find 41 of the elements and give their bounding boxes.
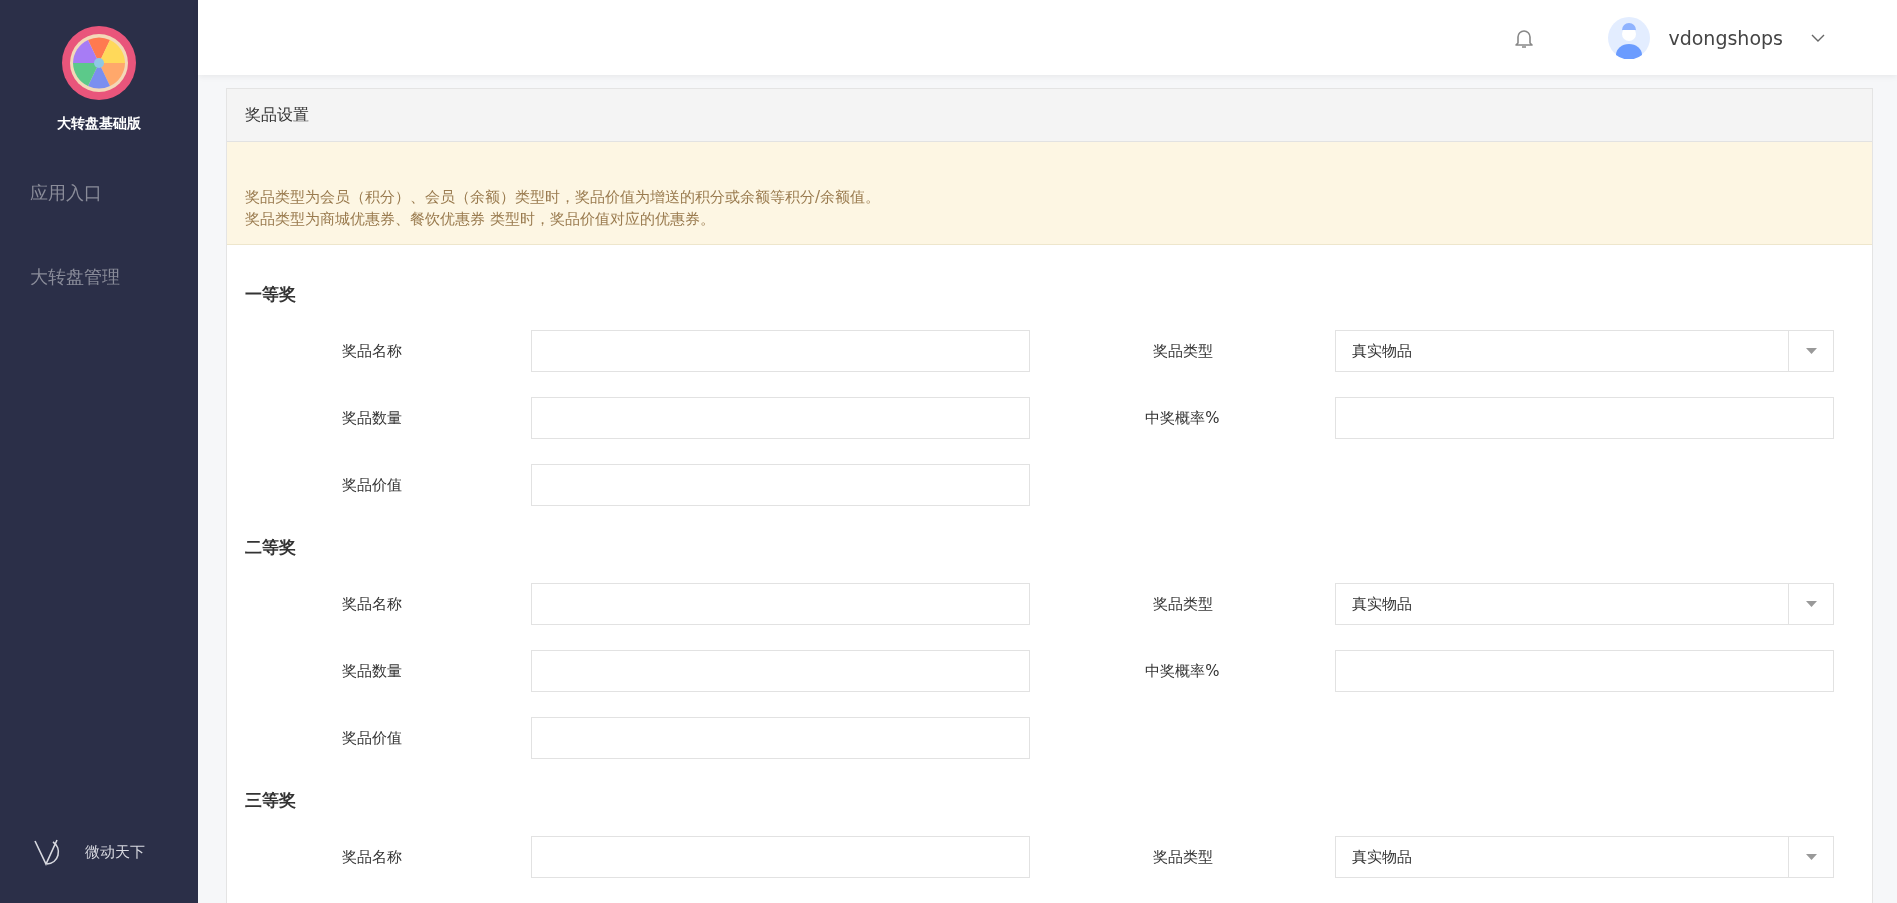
input-field[interactable] xyxy=(1335,397,1834,439)
username[interactable]: vdongshops xyxy=(1668,26,1783,49)
field-label: 奖品数量 xyxy=(342,408,402,428)
brand-name: 微动天下 xyxy=(85,842,145,862)
field-label: 奖品名称 xyxy=(342,847,402,867)
input-field[interactable] xyxy=(531,583,1030,625)
field-label: 奖品类型 xyxy=(1152,847,1213,867)
prize-type-select[interactable]: 真实物品 xyxy=(1335,583,1834,625)
sidebar-item[interactable]: 应用入口 xyxy=(0,181,198,205)
panel-title: 奖品设置 xyxy=(245,104,309,126)
section-title: 二等奖 xyxy=(245,536,297,558)
avatar-icon[interactable] xyxy=(1608,16,1651,59)
field-label: 奖品价值 xyxy=(342,475,402,495)
input-field[interactable] xyxy=(531,717,1030,759)
field-label: 中奖概率% xyxy=(1145,661,1220,681)
field-label: 奖品名称 xyxy=(342,594,402,614)
input-field[interactable] xyxy=(531,650,1030,692)
prize-type-select[interactable]: 真实物品 xyxy=(1335,330,1834,372)
input-field[interactable] xyxy=(1335,650,1834,692)
section-title: 三等奖 xyxy=(245,789,297,811)
input-field[interactable] xyxy=(531,464,1030,506)
field-label: 中奖概率% xyxy=(1145,408,1220,428)
field-label: 奖品数量 xyxy=(342,661,402,681)
caret-icon xyxy=(1805,601,1817,607)
prize-wheel-logo-icon xyxy=(61,25,137,101)
notice-text: 奖品类型为会员（积分）、会员（余额）类型时，奖品价值为增送的积分或余额等积分/余额值。 xyxy=(245,187,882,208)
caret-icon xyxy=(1805,854,1817,860)
section-title: 一等奖 xyxy=(245,283,297,305)
prize-type-select[interactable]: 真实物品 xyxy=(1335,836,1834,878)
caret-icon xyxy=(1805,348,1817,354)
input-field[interactable] xyxy=(531,836,1030,878)
field-label: 奖品类型 xyxy=(1152,341,1213,361)
field-label: 奖品类型 xyxy=(1152,594,1213,614)
input-field[interactable] xyxy=(531,397,1030,439)
sidebar-item[interactable]: 大转盘管理 xyxy=(0,265,198,289)
chevron-down-icon[interactable] xyxy=(1811,32,1825,43)
app-title: 大转盘基础版 xyxy=(57,115,141,133)
field-label: 奖品名称 xyxy=(342,341,402,361)
field-label: 奖品价值 xyxy=(342,728,402,748)
notice-text: 奖品类型为商城优惠券、餐饮优惠券 类型时，奖品价值对应的优惠券。 xyxy=(245,209,716,230)
input-field[interactable] xyxy=(531,330,1030,372)
